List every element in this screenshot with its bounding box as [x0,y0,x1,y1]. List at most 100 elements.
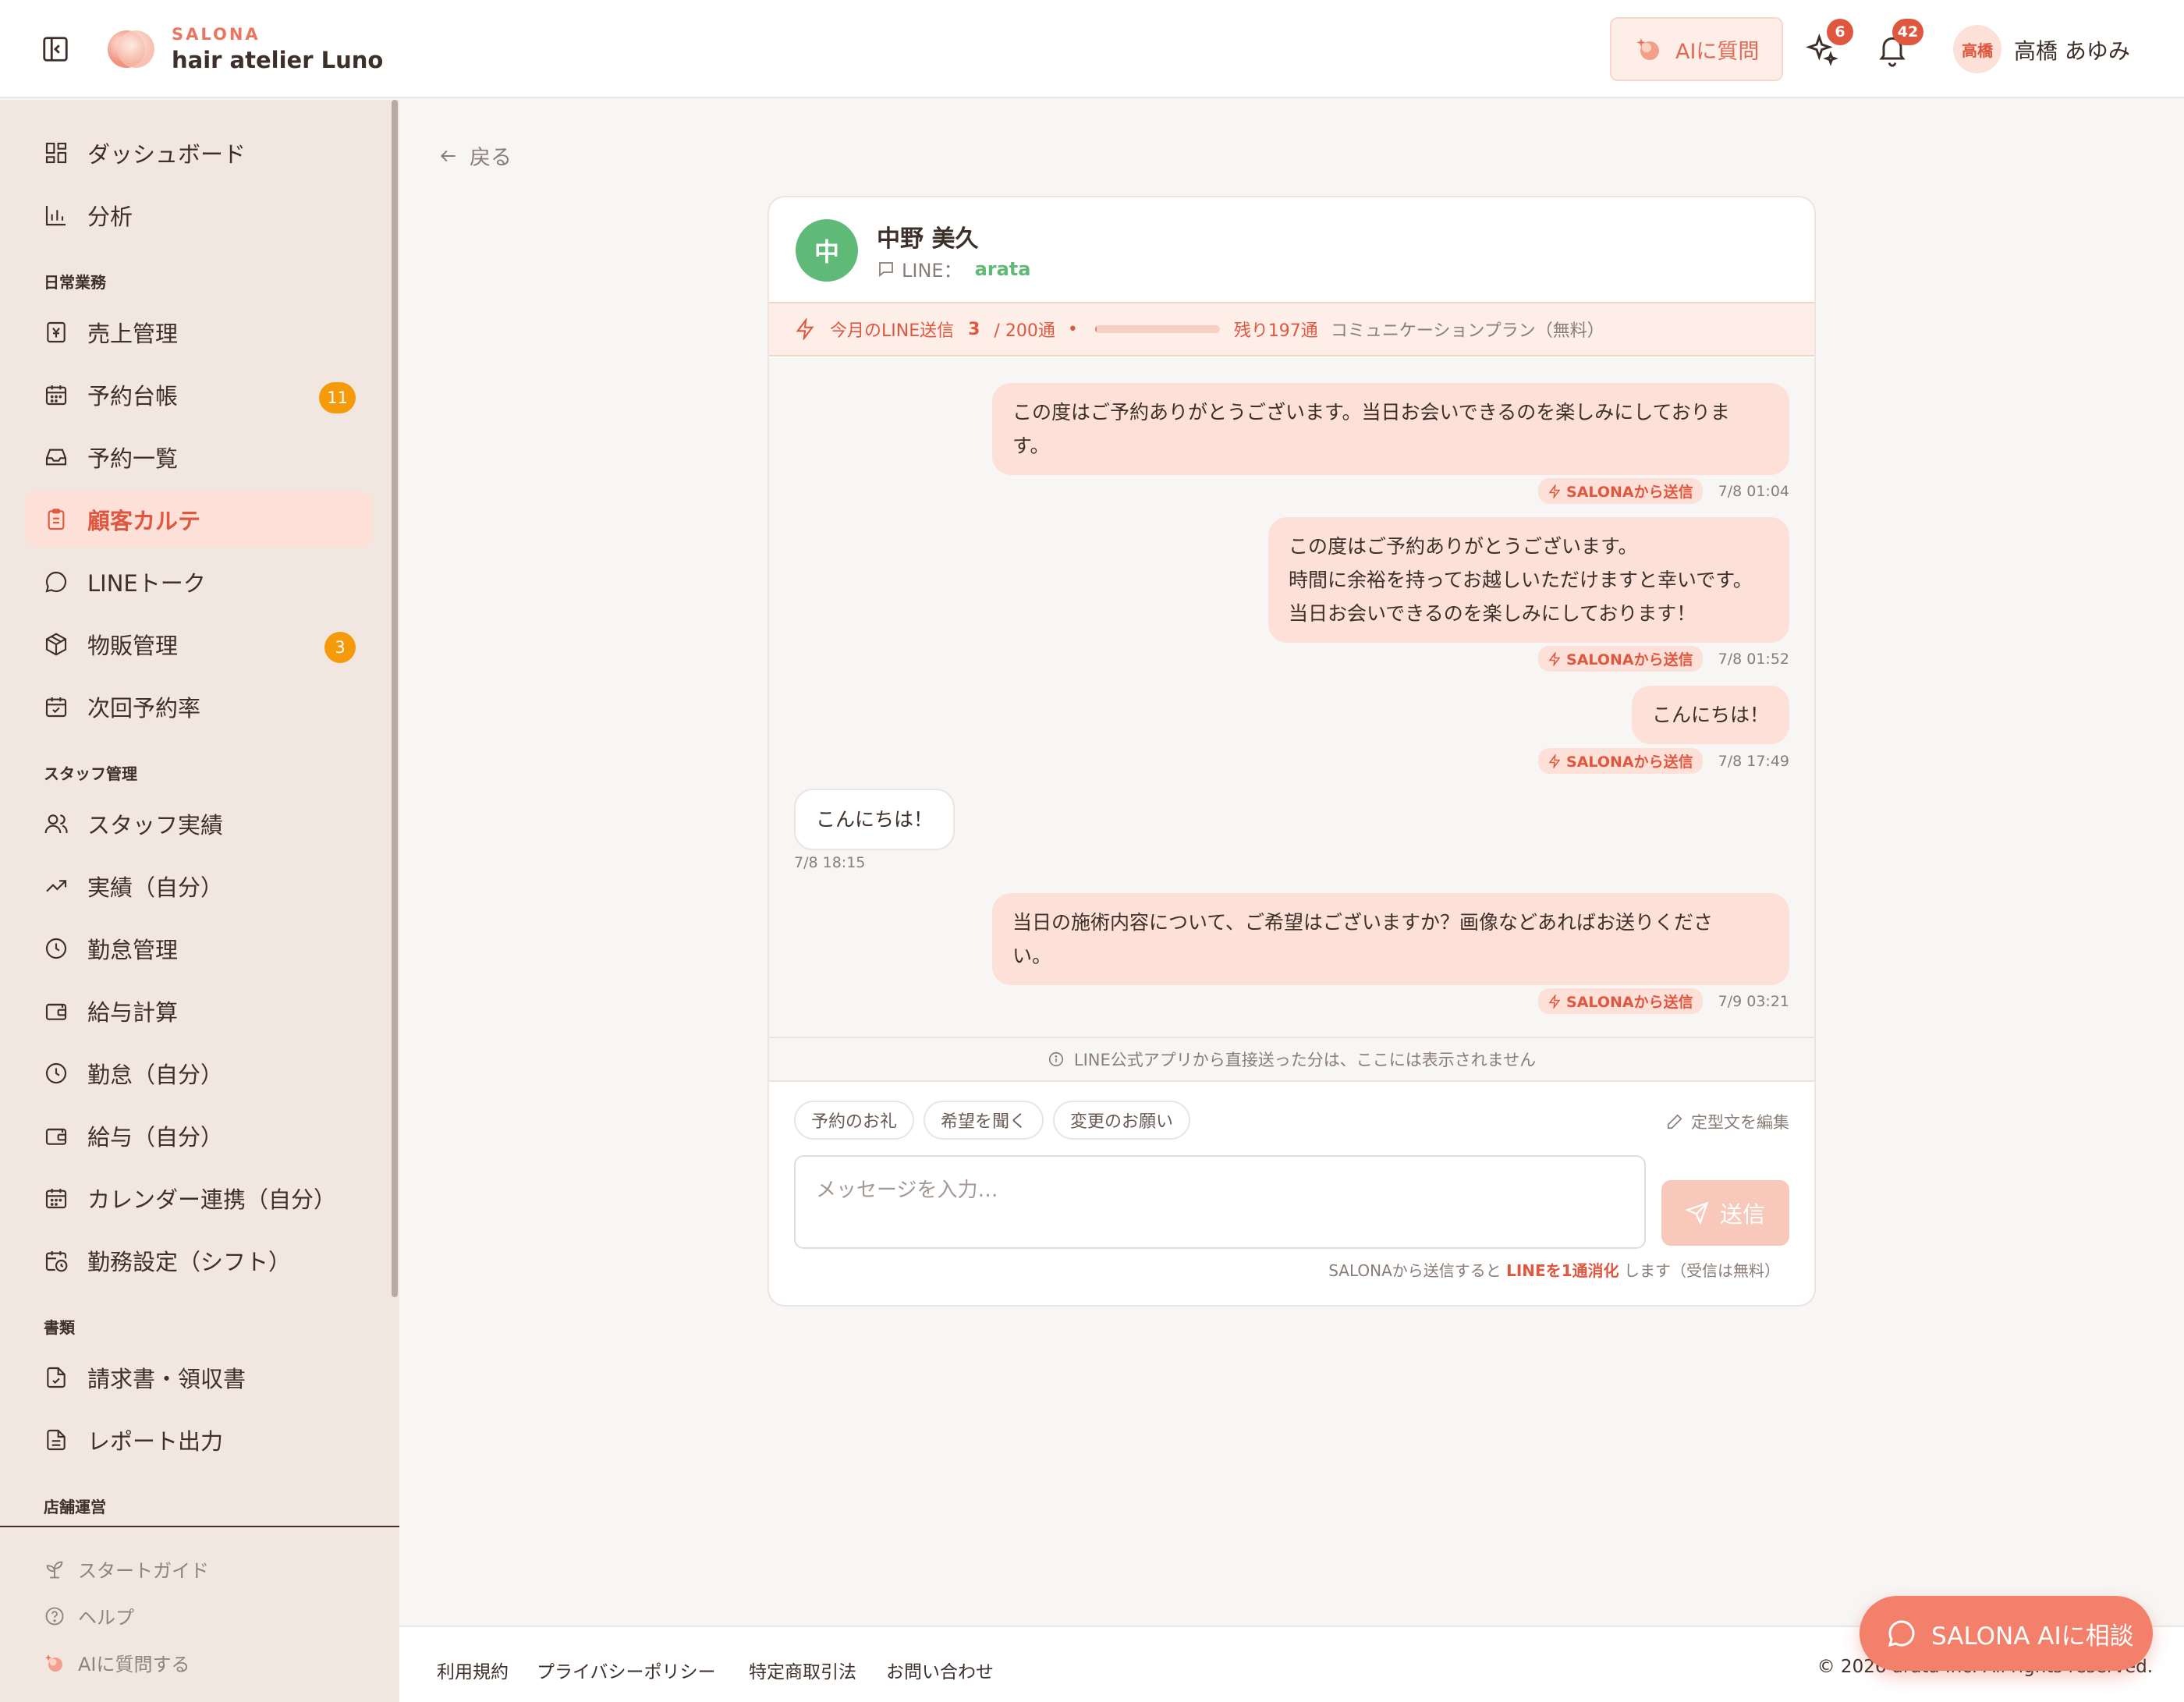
template-chip-ask-preference[interactable]: 希望を聞く [924,1101,1044,1140]
ask-ai-link[interactable]: AIに質問する [44,1649,190,1676]
line-direct-notice: LINE公式アプリから直接送った分は、ここには表示されません [769,1037,1814,1082]
line-chat-card: 中 中野 美久 LINE： arata 今月のLINE送信 3 / 200通 •… [768,196,1816,1307]
sidebar-item-shift-settings[interactable]: 勤務設定（シフト） [25,1232,373,1289]
section-staff: スタッフ管理 [44,764,137,783]
send-cost-note: SALONAから送信すると LINEを1通消化 します（受信は無料） [1328,1258,1780,1281]
contact-link[interactable]: お問い合わせ [886,1657,994,1683]
section-store: 店舗運営 [44,1498,106,1516]
sidebar-item-my-salary[interactable]: 給与（自分） [25,1108,373,1164]
sidebar-item-invoices[interactable]: 請求書・領収書 [25,1349,373,1406]
lightning-icon [794,318,816,340]
sidebar-toggle-icon[interactable] [41,34,70,64]
receipt-icon [44,320,69,345]
sidebar-item-label: 予約台帳 [87,383,179,410]
help-circle-icon [44,1605,66,1627]
bar-chart-icon [44,203,69,228]
wallet-icon [44,998,69,1023]
sidebar-item-attendance[interactable]: 勤怠管理 [25,920,373,977]
help-link[interactable]: ヘルプ [44,1602,134,1629]
message-meta: SALONAから送信 7/9 03:21 [1538,988,1789,1014]
user-name[interactable]: 高橋 あゆみ [2014,34,2130,66]
clock-icon [44,1061,69,1086]
salona-sent-label: SALONAから送信 [1566,753,1693,771]
sidebar-item-sales[interactable]: 売上管理 [25,304,373,360]
section-daily-ops: 日常業務 [44,273,106,292]
back-label: 戻る [470,146,512,170]
sidebar-item-my-attendance[interactable]: 勤怠（自分） [25,1045,373,1101]
privacy-link[interactable]: プライバシーポリシー [537,1657,716,1683]
sidebar-item-payroll[interactable]: 給与計算 [25,983,373,1039]
salona-ai-consult-button[interactable]: SALONA AIに相談 [1860,1596,2153,1671]
sidebar-item-label: レポート出力 [87,1428,224,1455]
ai-orb-icon [44,1652,66,1674]
salona-sent-tag: SALONAから送信 [1538,748,1703,774]
message-meta: 7/8 18:15 [794,854,865,871]
package-icon [44,632,69,657]
chat-bubble-icon [1886,1618,1917,1649]
arrow-left-icon [438,146,459,166]
section-documents: 書類 [44,1318,75,1337]
sidebar-item-reservation-book[interactable]: 予約台帳 11 [25,367,373,423]
salona-sent-label: SALONAから送信 [1566,484,1693,501]
customer-name: 中野 美久 [877,225,979,253]
back-link[interactable]: 戻る [438,140,512,171]
sidebar-item-line-talk[interactable]: LINEトーク [25,554,373,610]
sidebar-item-report-export[interactable]: レポート出力 [25,1412,373,1468]
ai-ask-button[interactable]: AIに質問 [1610,17,1783,81]
line-id: arata [974,257,1031,280]
send-button[interactable]: 送信 [1661,1180,1789,1246]
chat-thread: この度はご予約ありがとうございます。当日お会いできるのを楽しみにしておりま す。… [769,358,1814,1037]
quota-used: 3 [968,319,980,339]
sidebar-item-label: 予約一覧 [87,445,179,472]
send-note-pre: SALONAから送信すると [1328,1261,1502,1280]
avatar[interactable]: 高橋 [1953,25,2001,73]
sidebar-item-label: 次回予約率 [87,695,201,722]
sidebar-item-my-performance[interactable]: 実績（自分） [25,858,373,914]
salona-sent-label: SALONAから送信 [1566,994,1693,1011]
template-chip-reservation-thanks[interactable]: 予約のお礼 [794,1101,915,1140]
start-guide-link[interactable]: スタートガイド [44,1555,209,1583]
commerce-law-link[interactable]: 特定商取引法 [749,1657,856,1683]
salona-sent-label: SALONAから送信 [1566,651,1693,668]
notice-text: LINE公式アプリから直接送った分は、ここには表示されません [1073,1051,1537,1069]
salona-sent-tag: SALONAから送信 [1538,988,1703,1014]
quota-progress [1094,325,1220,333]
line-label: LINE： [902,260,963,282]
terms-link[interactable]: 利用規約 [437,1657,509,1683]
brand-label: SALONA [172,25,261,44]
sidebar-item-label: スタッフ実績 [87,812,224,839]
message-bubble-outgoing: 当日の施術内容について、ご希望はございますか？画像などあればお送りくださ い。 [992,893,1789,985]
sidebar-item-analytics[interactable]: 分析 [25,187,373,243]
sidebar-item-next-reservation-rate[interactable]: 次回予約率 [25,679,373,735]
message-time: 7/8 17:49 [1718,752,1789,770]
sidebar-item-calendar-sync[interactable]: カレンダー連携（自分） [25,1170,373,1226]
salona-logo [106,27,156,72]
sidebar-item-label: カレンダー連携（自分） [87,1186,337,1213]
message-input[interactable] [794,1155,1646,1249]
lightning-icon [1548,753,1562,768]
edit-templates-link[interactable]: 定型文を編集 [1666,1110,1789,1133]
sidebar-item-label: 顧客カルテ [87,508,201,534]
reservation-count-badge: 11 [319,382,356,413]
sidebar-item-label: 勤務設定（シフト） [87,1249,292,1275]
message-bubble-outgoing: この度はご予約ありがとうございます。当日お会いできるのを楽しみにしておりま す。 [992,383,1789,475]
sidebar-item-dashboard[interactable]: ダッシュボード [25,125,373,181]
message-time: 7/9 03:21 [1718,992,1789,1010]
sidebar-item-product-sales[interactable]: 物販管理 3 [25,616,373,672]
sidebar-item-customer-chart[interactable]: 顧客カルテ [25,491,373,548]
message-meta: SALONAから送信 7/8 17:49 [1538,748,1789,774]
sidebar-item-label: 勤怠（自分） [87,1062,224,1088]
sidebar-scrollbar[interactable] [392,100,398,1297]
template-chip-change-request[interactable]: 変更のお願い [1053,1101,1191,1140]
lightning-icon [1548,651,1562,666]
pencil-icon [1666,1113,1683,1130]
chat-bubble-icon [44,569,69,594]
sidebar-item-staff-performance[interactable]: スタッフ実績 [25,796,373,852]
start-guide-label: スタートガイド [78,1560,209,1582]
message-square-icon [877,260,895,278]
inbox-icon [44,445,69,470]
sidebar-item-label: 給与計算 [87,999,179,1026]
quota-label: 今月のLINE送信 [830,321,955,341]
sidebar-item-reservation-list[interactable]: 予約一覧 [25,429,373,485]
sidebar-item-label: 物販管理 [87,633,179,659]
